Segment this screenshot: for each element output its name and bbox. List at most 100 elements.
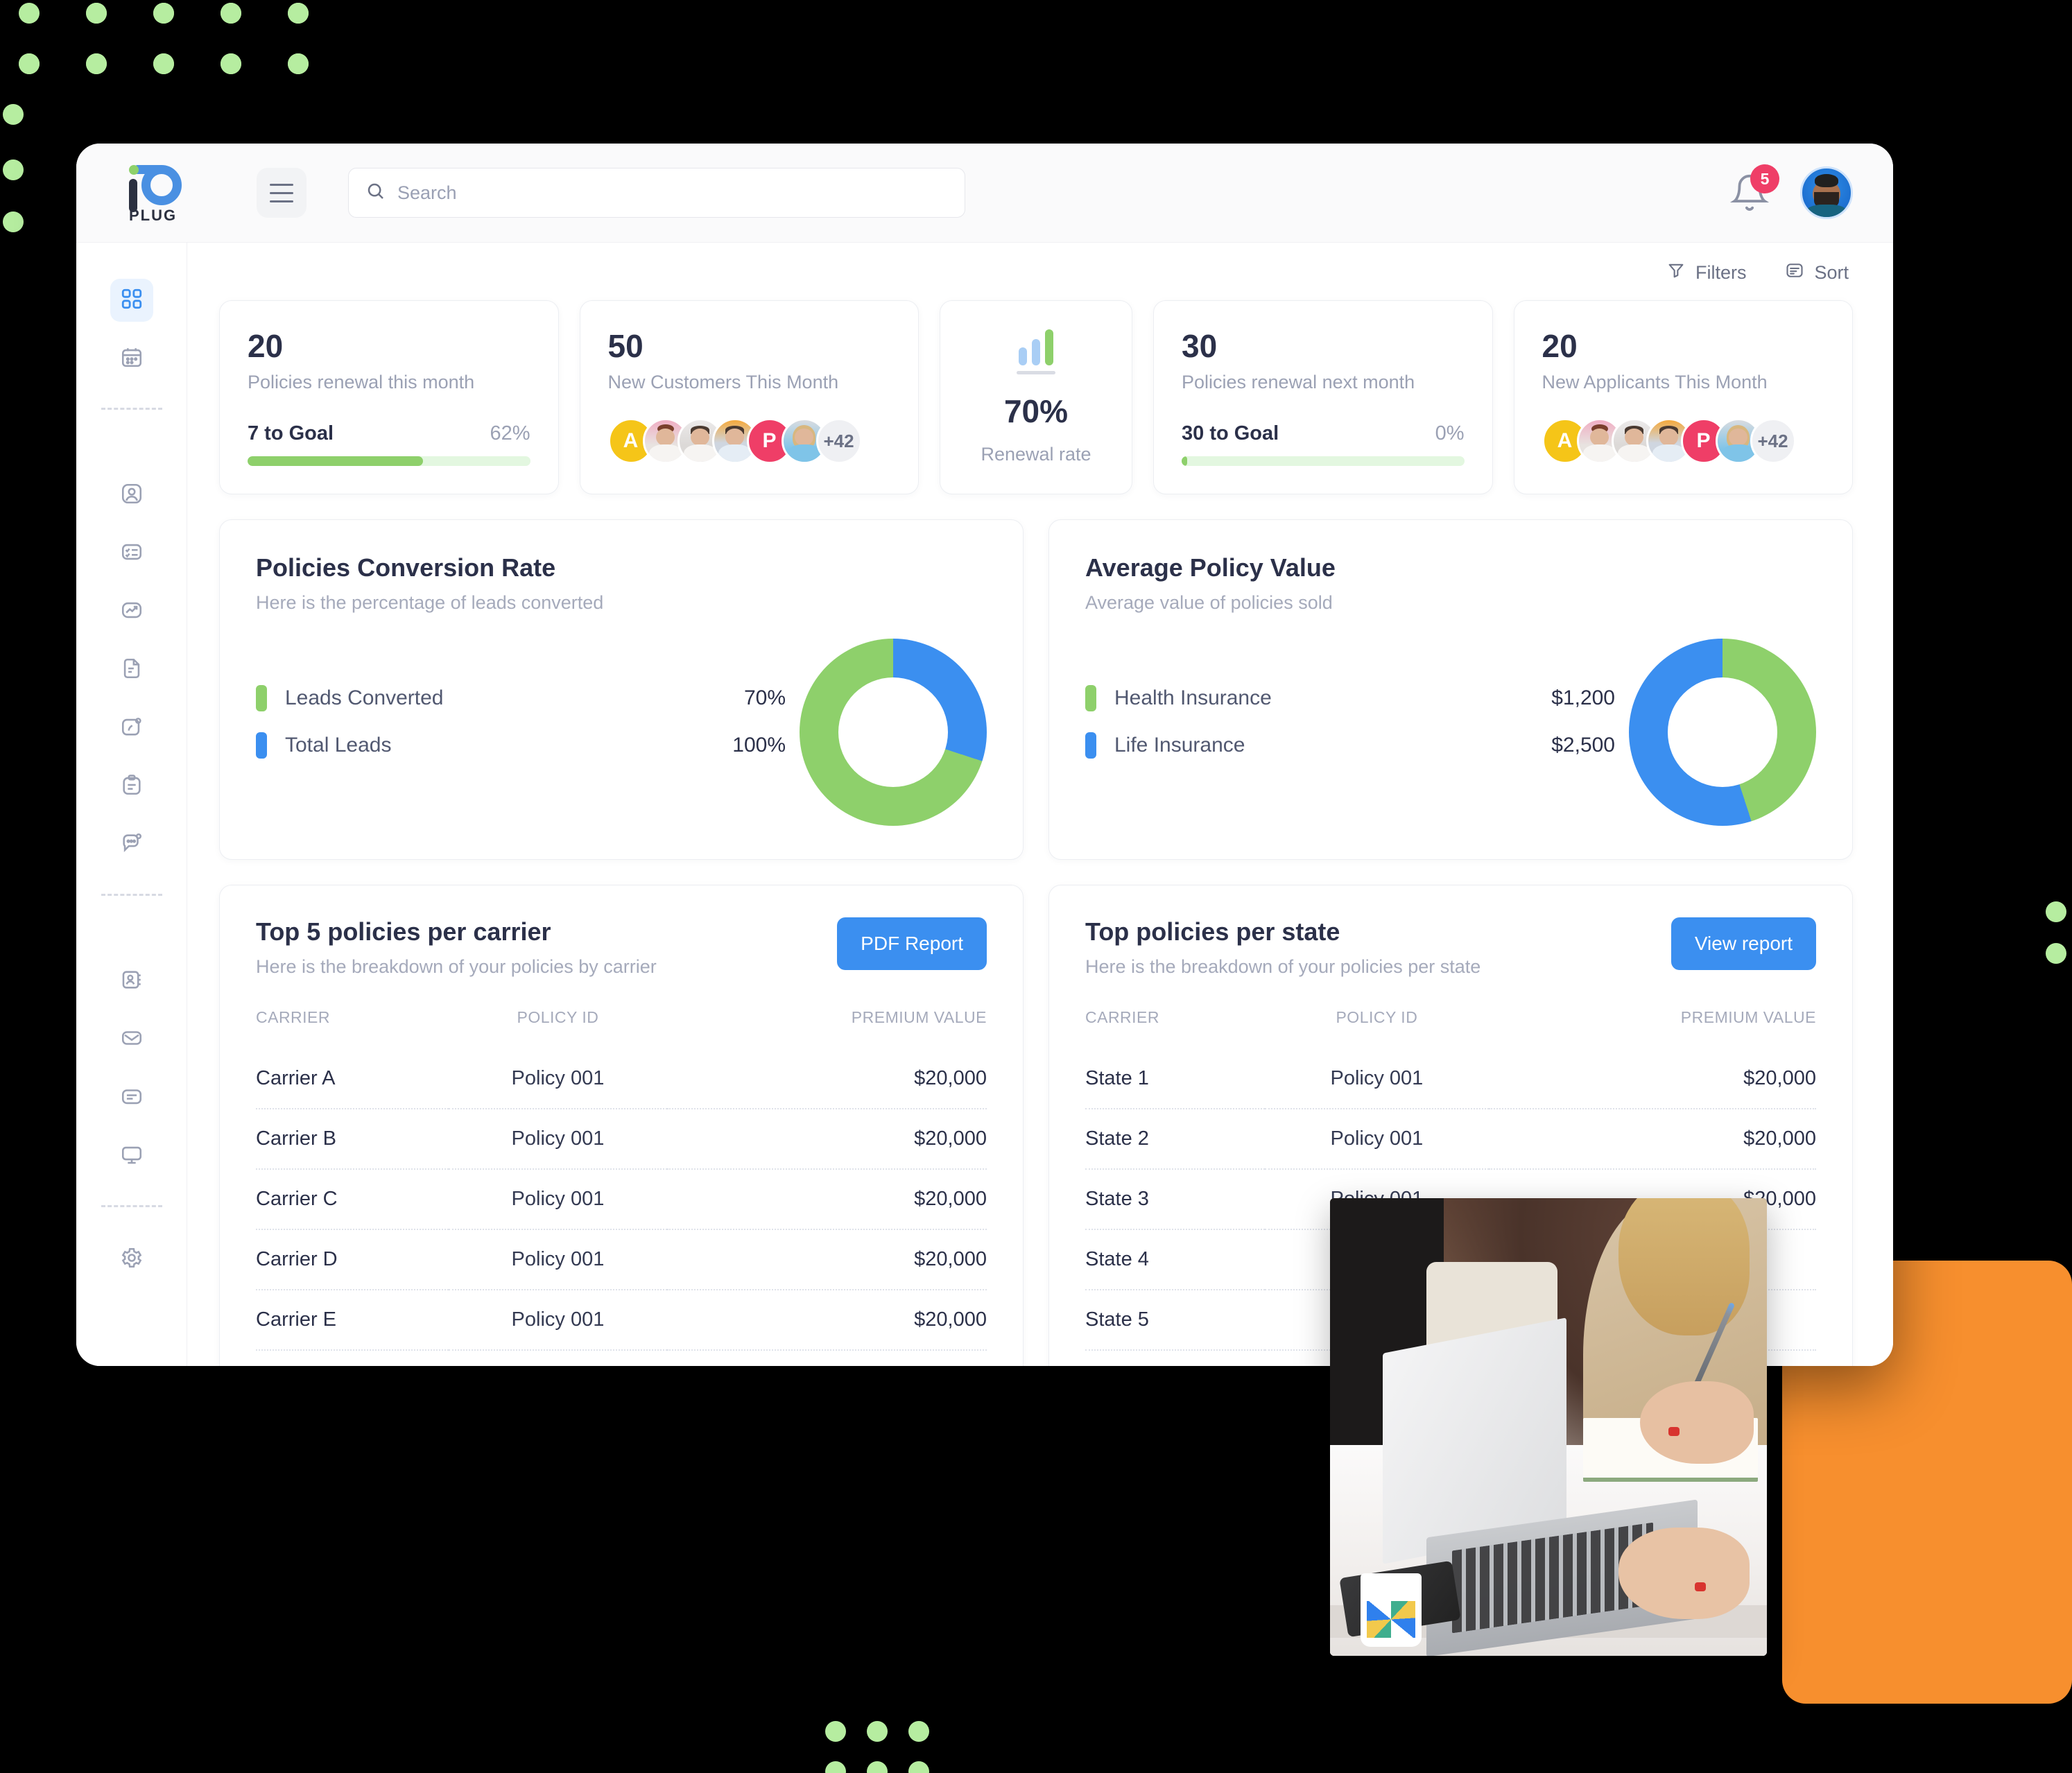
clipboard-icon — [120, 773, 144, 800]
cell-premium-value: $20,000 — [667, 1290, 987, 1351]
table-row[interactable]: State 1 Policy 001 $20,000 — [1085, 1049, 1816, 1109]
card-subtitle: Average value of policies sold — [1085, 592, 1333, 613]
stat-card-new-applicants[interactable]: 20 New Applicants This Month A P +42 — [1513, 300, 1853, 494]
card-title: Top 5 policies per carrier — [256, 917, 551, 946]
user-profile-icon — [120, 482, 144, 509]
sidebar-item-monitor[interactable] — [110, 1134, 153, 1177]
goal-percent: 62% — [490, 422, 530, 444]
stat-card-policies-renewal-this-month[interactable]: 20 Policies renewal this month 7 to Goal… — [219, 300, 559, 494]
column-header-premium-value: PREMIUM VALUE — [851, 1008, 987, 1026]
cell-policy-id: Policy 001 — [1264, 1049, 1490, 1109]
cell-name: State 2 — [1085, 1109, 1265, 1170]
sidebar-item-dashboard[interactable] — [110, 279, 153, 322]
card-subtitle: Here is the breakdown of your policies p… — [1085, 956, 1481, 977]
avatar[interactable] — [1800, 166, 1853, 219]
sort-button[interactable]: Sort — [1785, 261, 1849, 285]
contacts-book-icon — [120, 968, 144, 995]
stat-card-new-customers[interactable]: 50 New Customers This Month A P +42 — [579, 300, 919, 494]
stat-card-policies-renewal-next-month[interactable]: 30 Policies renewal next month 30 to Goa… — [1153, 300, 1493, 494]
legend-swatch — [1085, 685, 1096, 711]
card-title: Average Policy Value — [1085, 553, 1336, 582]
stat-value: 30 — [1182, 328, 1218, 364]
notifications-button[interactable]: 5 — [1729, 164, 1779, 213]
message-icon — [120, 1084, 144, 1112]
table-row[interactable]: Carrier A Policy 001 $20,000 — [256, 1049, 987, 1109]
avatar-more-count[interactable]: +42 — [815, 418, 862, 464]
cell-policy-id: Policy 001 — [448, 1229, 668, 1290]
decorative-dot — [153, 3, 174, 24]
checklist-icon — [120, 540, 144, 567]
decorative-dot — [3, 104, 24, 125]
sidebar-item-settings[interactable] — [110, 1238, 153, 1281]
stat-value: 50 — [607, 328, 644, 364]
stat-cards-row: 20 Policies renewal this month 7 to Goal… — [219, 300, 1853, 494]
decorative-dot — [3, 159, 24, 180]
cell-name: Carrier C — [256, 1169, 449, 1230]
sidebar-item-design[interactable] — [110, 707, 153, 750]
search-input[interactable]: Search — [348, 168, 965, 218]
legend-item: Health Insurance $1,200 — [1085, 685, 1615, 711]
cell-policy-id: Policy 001 — [1264, 1109, 1490, 1170]
table-row[interactable]: Carrier D Policy 001 $20,000 — [256, 1229, 987, 1290]
sidebar-item-messages[interactable] — [110, 1076, 153, 1119]
app-window: PLUG Search 5 Filters Sort 20 Policies r… — [76, 144, 1893, 1366]
sidebar-item-calendar[interactable] — [110, 337, 153, 380]
main-content: Filters Sort 20 Policies renewal this mo… — [187, 243, 1893, 1366]
legend-value: $2,500 — [1551, 734, 1615, 756]
cell-premium-value: $20,000 — [1489, 1109, 1816, 1170]
decorative-dot — [19, 53, 40, 74]
cell-premium-value: $20,000 — [667, 1049, 987, 1109]
bar-chart-icon — [1019, 329, 1053, 365]
table-row[interactable]: State 2 Policy 001 $20,000 — [1085, 1109, 1816, 1170]
cell-name: Carrier D — [256, 1229, 449, 1290]
chart-legend: Leads Converted 70% Total Leads 100% — [256, 685, 800, 779]
decorative-dot — [19, 3, 40, 24]
cell-name: State 4 — [1085, 1229, 1265, 1290]
cell-name: State 1 — [1085, 1049, 1265, 1109]
sidebar-item-mail[interactable] — [110, 1018, 153, 1061]
legend-value: 100% — [732, 734, 786, 756]
filters-button[interactable]: Filters — [1666, 261, 1746, 285]
legend-value: $1,200 — [1551, 686, 1615, 709]
sidebar-item-profile[interactable] — [110, 474, 153, 517]
settings-gear-icon — [120, 1246, 144, 1273]
sidebar-item-clipboard[interactable] — [110, 765, 153, 808]
brand-logo[interactable]: PLUG — [104, 161, 215, 225]
policy-value-donut-chart — [1629, 639, 1816, 826]
progress-bar — [1182, 456, 1465, 466]
view-report-button[interactable]: View report — [1670, 917, 1816, 970]
stat-card-renewal-rate[interactable]: 70% Renewal rate — [940, 300, 1132, 494]
legend-item: Life Insurance $2,500 — [1085, 732, 1615, 759]
sidebar-item-contacts[interactable] — [110, 960, 153, 1003]
calendar-icon — [120, 345, 144, 372]
sidebar-item-chat[interactable] — [110, 823, 153, 866]
sort-list-icon — [1785, 261, 1804, 285]
legend-label: Health Insurance — [1114, 686, 1272, 709]
sidebar-item-analytics[interactable] — [110, 590, 153, 633]
table-row[interactable]: Carrier B Policy 001 $20,000 — [256, 1109, 987, 1170]
hamburger-icon[interactable] — [257, 168, 307, 218]
pdf-report-button[interactable]: PDF Report — [837, 917, 987, 970]
avatar-stack[interactable]: A P +42 — [1542, 418, 1825, 464]
decorative-dot — [2046, 901, 2066, 922]
decorative-dot — [867, 1721, 888, 1742]
notification-badge: 5 — [1750, 164, 1779, 193]
chart-legend: Health Insurance $1,200 Life Insurance $… — [1085, 685, 1629, 779]
table-row[interactable]: Carrier C Policy 001 $20,000 — [256, 1169, 987, 1230]
trending-chart-icon — [120, 598, 144, 625]
table-row[interactable]: Carrier E Policy 001 $20,000 — [256, 1290, 987, 1351]
avatar-stack[interactable]: A P +42 — [607, 418, 891, 464]
cell-premium-value: $20,000 — [667, 1169, 987, 1230]
sidebar-item-documents[interactable] — [110, 648, 153, 691]
avatar-more-count[interactable]: +42 — [1750, 418, 1796, 464]
card-title: Top policies per state — [1085, 917, 1340, 946]
cell-name: State 5 — [1085, 1290, 1265, 1351]
average-policy-value-card: Average Policy Value Average value of po… — [1048, 519, 1853, 860]
column-header-premium-value: PREMIUM VALUE — [1680, 1008, 1816, 1026]
decorative-dot — [86, 53, 107, 74]
progress-bar — [248, 456, 530, 466]
sidebar-divider-3 — [101, 1205, 162, 1207]
stat-label: New Applicants This Month — [1542, 372, 1768, 392]
design-pen-icon — [120, 715, 144, 742]
sidebar-item-tasks[interactable] — [110, 532, 153, 575]
